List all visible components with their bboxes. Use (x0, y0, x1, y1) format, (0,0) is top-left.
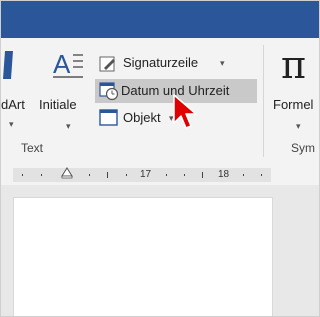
wordart-button[interactable]: dArt ▾ (1, 49, 39, 131)
dropcap-icon: A (53, 49, 83, 79)
group-divider (263, 45, 264, 157)
wordart-label: dArt (1, 97, 25, 112)
group-label-text: Text (21, 141, 44, 155)
svg-text:A: A (53, 49, 71, 79)
signature-label: Signaturzeile (123, 55, 199, 70)
chevron-down-icon: ▾ (220, 58, 225, 68)
initial-button[interactable]: A Initiale ▾ (39, 49, 91, 131)
object-icon (99, 109, 118, 126)
indent-marker-icon[interactable] (61, 167, 73, 179)
word-window: dArt ▾ A Initiale ▾ Signaturzeile ▾ Datu… (0, 0, 320, 317)
ruler-label: 17 (140, 169, 152, 180)
title-bar (1, 1, 319, 38)
chevron-down-icon: ▾ (66, 121, 71, 131)
signature-icon (99, 56, 115, 72)
chevron-down-icon: ▾ (9, 119, 14, 129)
formula-button[interactable]: π Formel ▾ (267, 43, 319, 131)
formula-label: Formel (273, 97, 314, 112)
wordart-icon (3, 51, 13, 79)
signature-line-button[interactable]: Signaturzeile ▾ (97, 53, 237, 75)
initial-label: Initiale (39, 97, 77, 112)
formula-icon: π (281, 43, 306, 87)
ruler-ticks (22, 172, 262, 178)
document-page[interactable] (13, 197, 273, 316)
chevron-down-icon: ▾ (296, 121, 301, 131)
object-label: Objekt (123, 110, 161, 125)
group-label-symbols: Sym (291, 141, 315, 155)
datetime-icon (99, 82, 119, 101)
mouse-cursor-icon (173, 94, 197, 129)
ruler-label: 18 (218, 169, 230, 180)
